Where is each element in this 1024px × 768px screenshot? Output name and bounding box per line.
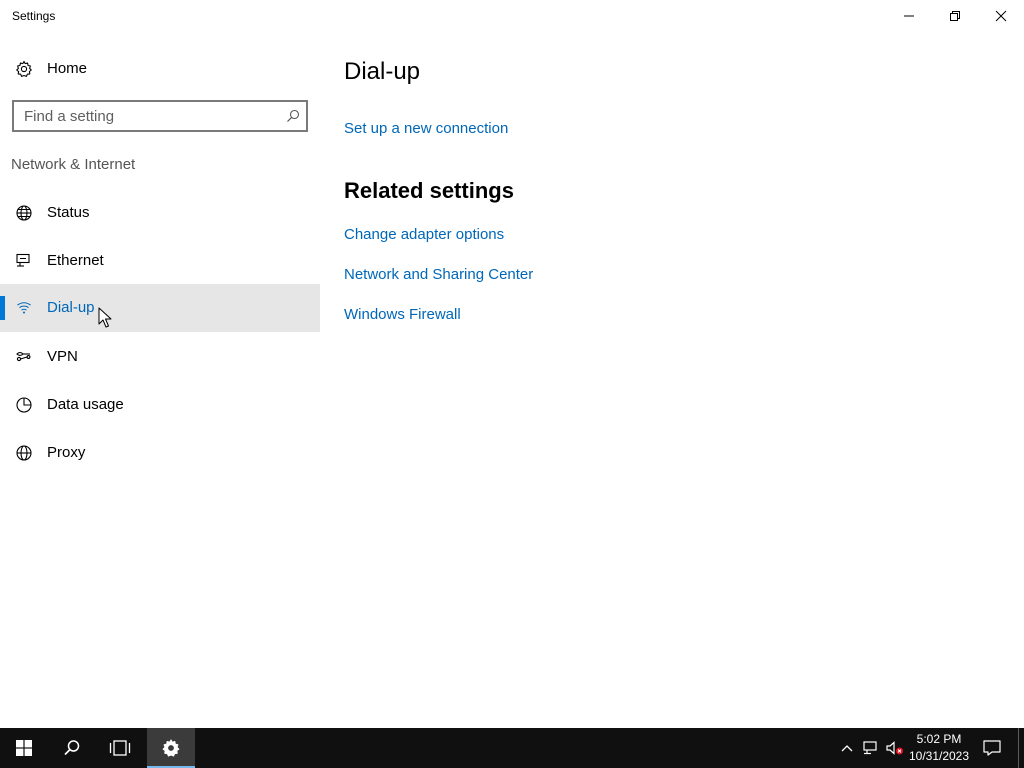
restore-icon [950,11,960,21]
sidebar-item-label: Proxy [47,444,86,461]
search-input[interactable] [24,107,274,125]
close-icon [995,10,1007,22]
task-view-icon [109,740,131,756]
task-view-button[interactable] [96,728,144,768]
close-button[interactable] [978,0,1024,32]
clock-date: 10/31/2023 [908,749,970,763]
mouse-pointer-icon [98,307,112,328]
sidebar-item-label: Status [47,204,90,221]
sidebar-item-home[interactable]: Home [0,52,320,86]
vpn-icon [16,351,31,362]
gear-icon [16,60,32,77]
sidebar-item-ethernet[interactable]: Ethernet [0,237,320,285]
sidebar-item-label: VPN [47,348,78,365]
globe-status-icon [16,205,32,221]
search-icon[interactable] [286,109,300,123]
notification-icon [983,740,1001,756]
data-usage-icon [16,397,32,413]
section-title: Network & Internet [11,156,136,173]
search-icon [64,740,80,756]
setup-new-connection-link[interactable]: Set up a new connection [344,120,508,137]
show-hidden-icons-button[interactable] [836,728,858,768]
selection-indicator [0,296,5,320]
minimize-icon [904,15,914,17]
home-label: Home [47,60,88,77]
sidebar-item-label: Dial-up [47,299,95,316]
taskbar: 5:02 PM 10/31/2023 [0,728,1024,768]
minimize-button[interactable] [886,0,932,32]
action-center-button[interactable] [978,728,1006,768]
windows-firewall-link[interactable]: Windows Firewall [344,306,461,323]
page-title: Dial-up [344,58,421,85]
change-adapter-options-link[interactable]: Change adapter options [344,226,504,243]
clock-time: 5:02 PM [916,732,962,746]
clock[interactable]: 5:02 PM 10/31/2023 [904,731,974,765]
related-settings-heading: Related settings [344,178,514,203]
volume-tray-button[interactable] [884,728,906,768]
gear-icon [162,739,180,757]
ethernet-icon [16,253,30,267]
chevron-up-icon [841,745,853,752]
start-button[interactable] [0,728,48,768]
taskbar-search-button[interactable] [48,728,96,768]
volume-muted-icon [886,741,903,755]
windows-logo-icon [16,740,32,756]
restore-button[interactable] [932,0,978,32]
main-content: Dial-up Set up a new connection Related … [320,32,1024,728]
network-tray-button[interactable] [860,728,882,768]
sidebar-item-data-usage[interactable]: Data usage [0,381,320,429]
sidebar-item-vpn[interactable]: VPN [0,333,320,381]
dialup-icon [17,302,31,314]
sidebar-item-label: Data usage [47,396,124,413]
search-box[interactable] [12,100,308,132]
window-title: Settings [12,9,56,23]
network-icon [863,741,877,755]
sidebar: Home Network & Internet Status Ethernet [0,32,320,728]
sidebar-item-label: Ethernet [47,252,104,269]
globe-proxy-icon [16,445,32,461]
network-sharing-center-link[interactable]: Network and Sharing Center [344,266,533,283]
show-desktop-divider[interactable] [1018,728,1019,768]
title-bar: Settings [0,0,1024,32]
taskbar-settings-app[interactable] [147,728,195,768]
sidebar-item-proxy[interactable]: Proxy [0,429,320,477]
sidebar-item-status[interactable]: Status [0,189,320,237]
sidebar-item-dialup[interactable]: Dial-up [0,284,320,332]
